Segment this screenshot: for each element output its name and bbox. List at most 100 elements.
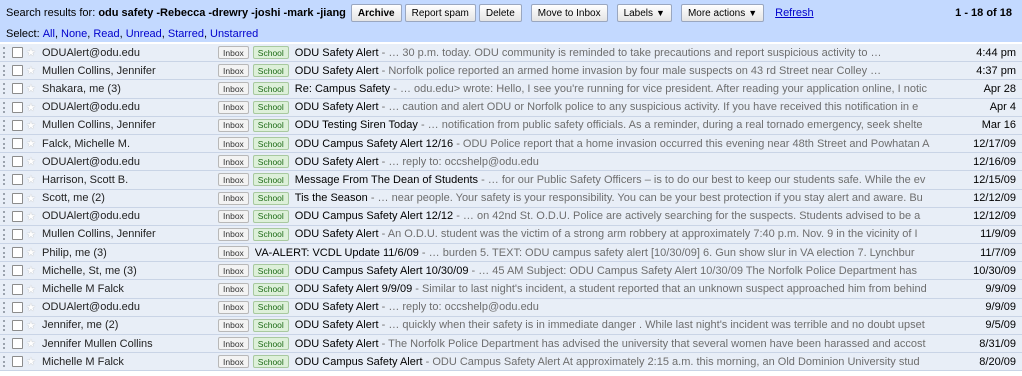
email-row[interactable]: ★ Mullen Collins, Jennifer Inbox School ODU … xyxy=(0,62,1022,81)
email-subject-snippet[interactable]: ODU Campus Safety Alert 10/30/09 - … 45 … xyxy=(295,265,938,277)
row-checkbox[interactable] xyxy=(12,156,23,168)
select-starred-link[interactable]: Starred xyxy=(168,28,204,40)
email-row[interactable]: ★ Mullen Collins, Jennifer Inbox School ODU … xyxy=(0,225,1022,245)
star-icon[interactable]: ★ xyxy=(26,101,38,114)
select-read-link[interactable]: Read xyxy=(93,28,119,40)
email-subject-snippet[interactable]: ODU Campus Safety Alert 12/16 - ODU Poli… xyxy=(295,138,938,150)
select-unstarred-link[interactable]: Unstarred xyxy=(210,28,258,40)
label-school[interactable]: School xyxy=(252,100,289,114)
row-checkbox[interactable] xyxy=(12,356,23,368)
refresh-link[interactable]: Refresh xyxy=(775,7,814,19)
email-subject-snippet[interactable]: ODU Safety Alert 9/9/09 - Similar to las… xyxy=(295,283,938,295)
email-row[interactable]: ★ Shakara, me (3) Inbox School Re: Campus Sa… xyxy=(0,80,1022,99)
row-checkbox[interactable] xyxy=(12,283,23,295)
star-icon[interactable]: ★ xyxy=(26,301,38,314)
email-row[interactable]: ★ ODUAlert@odu.edu Inbox School ODU Safety A… xyxy=(0,44,1022,63)
email-subject-snippet[interactable]: ODU Campus Safety Alert 12/12 - … on 42n… xyxy=(295,210,938,222)
drag-handle-icon[interactable] xyxy=(3,47,9,59)
label-school[interactable]: School xyxy=(252,64,289,78)
drag-handle-icon[interactable] xyxy=(3,338,9,350)
email-subject-snippet[interactable]: VA-ALERT: VCDL Update 11/6/09 - … burden… xyxy=(255,247,938,259)
row-checkbox[interactable] xyxy=(12,228,23,240)
row-checkbox[interactable] xyxy=(12,301,23,313)
email-row[interactable]: ★ Michelle, St, me (3) Inbox School ODU Camp… xyxy=(0,262,1022,281)
label-inbox[interactable]: Inbox xyxy=(218,100,249,114)
label-school[interactable]: School xyxy=(252,337,289,351)
star-icon[interactable]: ★ xyxy=(26,82,38,95)
label-inbox[interactable]: Inbox xyxy=(218,282,249,296)
label-school[interactable]: School xyxy=(252,137,289,151)
label-school[interactable]: School xyxy=(252,191,289,205)
drag-handle-icon[interactable] xyxy=(3,65,9,77)
drag-handle-icon[interactable] xyxy=(3,210,9,222)
row-checkbox[interactable] xyxy=(12,119,23,131)
email-row[interactable]: ★ Mullen Collins, Jennifer Inbox School ODU … xyxy=(0,116,1022,135)
row-checkbox[interactable] xyxy=(12,192,23,204)
email-subject-snippet[interactable]: Tis the Season - … near people. Your saf… xyxy=(295,192,938,204)
star-icon[interactable]: ★ xyxy=(26,228,38,241)
drag-handle-icon[interactable] xyxy=(3,156,9,168)
email-row[interactable]: ★ ODUAlert@odu.edu Inbox School ODU Safety A… xyxy=(0,153,1022,172)
star-icon[interactable]: ★ xyxy=(26,319,38,332)
label-school[interactable]: School xyxy=(252,264,289,278)
row-checkbox[interactable] xyxy=(12,338,23,350)
more-actions-dropdown[interactable]: More actions ▼ xyxy=(680,4,765,22)
label-school[interactable]: School xyxy=(252,46,289,60)
email-row[interactable]: ★ Michelle M Falck Inbox School ODU Campus S… xyxy=(0,353,1022,372)
email-row[interactable]: ★ ODUAlert@odu.edu Inbox School ODU Campus S… xyxy=(0,207,1022,226)
email-row[interactable]: ★ Jennifer, me (2) Inbox School ODU Safety A… xyxy=(0,316,1022,335)
label-inbox[interactable]: Inbox xyxy=(218,355,249,369)
label-school[interactable]: School xyxy=(252,318,289,332)
drag-handle-icon[interactable] xyxy=(3,356,9,368)
email-row[interactable]: ★ ODUAlert@odu.edu Inbox School ODU Safety A… xyxy=(0,98,1022,117)
select-unread-link[interactable]: Unread xyxy=(126,28,162,40)
row-checkbox[interactable] xyxy=(12,174,23,186)
label-school[interactable]: School xyxy=(252,155,289,169)
label-school[interactable]: School xyxy=(252,355,289,369)
drag-handle-icon[interactable] xyxy=(3,265,9,277)
label-inbox[interactable]: Inbox xyxy=(218,64,249,78)
email-subject-snippet[interactable]: ODU Safety Alert - … reply to: occshelp@… xyxy=(295,156,938,168)
row-checkbox[interactable] xyxy=(12,83,23,95)
label-inbox[interactable]: Inbox xyxy=(218,173,249,187)
row-checkbox[interactable] xyxy=(12,247,23,259)
email-subject-snippet[interactable]: ODU Safety Alert - … caution and alert O… xyxy=(295,101,938,113)
label-school[interactable]: School xyxy=(252,300,289,314)
label-inbox[interactable]: Inbox xyxy=(218,209,249,223)
star-icon[interactable]: ★ xyxy=(26,246,38,259)
label-school[interactable]: School xyxy=(252,282,289,296)
email-subject-snippet[interactable]: ODU Campus Safety Alert - ODU Campus Saf… xyxy=(295,356,938,368)
label-school[interactable]: School xyxy=(252,209,289,223)
star-icon[interactable]: ★ xyxy=(26,64,38,77)
star-icon[interactable]: ★ xyxy=(26,192,38,205)
drag-handle-icon[interactable] xyxy=(3,283,9,295)
label-school[interactable]: School xyxy=(252,173,289,187)
label-inbox[interactable]: Inbox xyxy=(218,46,249,60)
row-checkbox[interactable] xyxy=(12,138,23,150)
label-inbox[interactable]: Inbox xyxy=(218,155,249,169)
move-to-inbox-button[interactable]: Move to Inbox xyxy=(530,4,608,22)
archive-button[interactable]: Archive xyxy=(350,4,402,22)
drag-handle-icon[interactable] xyxy=(3,228,9,240)
row-checkbox[interactable] xyxy=(12,65,23,77)
row-checkbox[interactable] xyxy=(12,47,23,59)
delete-button[interactable]: Delete xyxy=(478,4,522,22)
labels-dropdown[interactable]: Labels ▼ xyxy=(616,4,672,22)
star-icon[interactable]: ★ xyxy=(26,337,38,350)
star-icon[interactable]: ★ xyxy=(26,283,38,296)
email-row[interactable]: ★ Michelle M Falck Inbox School ODU Safety A… xyxy=(0,280,1022,299)
email-row[interactable]: ★ Jennifer Mullen Collins Inbox School ODU S… xyxy=(0,335,1022,354)
drag-handle-icon[interactable] xyxy=(3,119,9,131)
email-row[interactable]: ★ ODUAlert@odu.edu Inbox School ODU Safety A… xyxy=(0,298,1022,317)
row-checkbox[interactable] xyxy=(12,265,23,277)
drag-handle-icon[interactable] xyxy=(3,192,9,204)
label-inbox[interactable]: Inbox xyxy=(218,318,249,332)
label-school[interactable]: School xyxy=(252,118,289,132)
email-subject-snippet[interactable]: ODU Safety Alert - … 30 p.m. today. ODU … xyxy=(295,47,938,59)
star-icon[interactable]: ★ xyxy=(26,173,38,186)
email-subject-snippet[interactable]: ODU Safety Alert - … reply to: occshelp@… xyxy=(295,301,938,313)
drag-handle-icon[interactable] xyxy=(3,101,9,113)
star-icon[interactable]: ★ xyxy=(26,155,38,168)
select-all-link[interactable]: All xyxy=(43,28,55,40)
email-subject-snippet[interactable]: Re: Campus Safety - … odu.edu> wrote: He… xyxy=(295,83,938,95)
